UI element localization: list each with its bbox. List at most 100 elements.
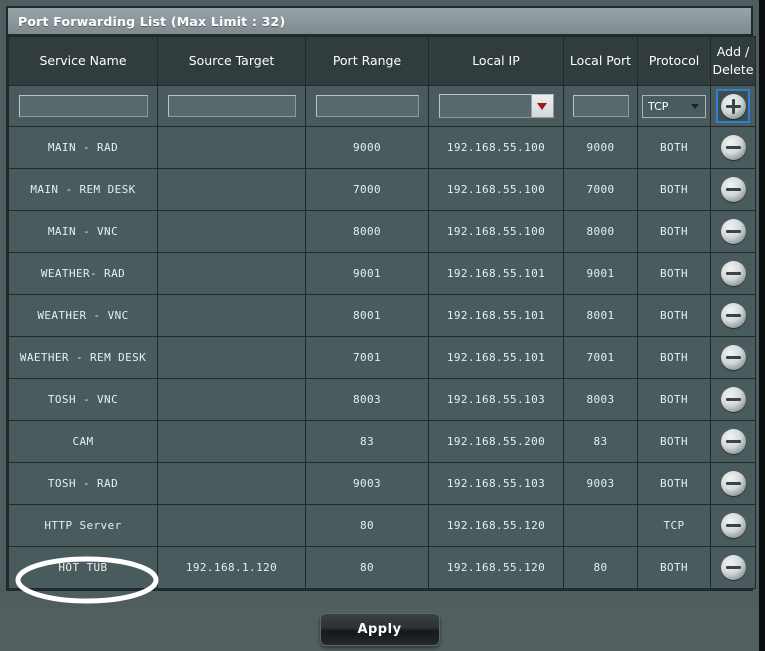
column-header-source-target: Source Target bbox=[157, 36, 306, 86]
add-entry-button[interactable] bbox=[716, 89, 750, 123]
delete-entry-button[interactable] bbox=[720, 429, 746, 454]
cell-protocol: BOTH bbox=[637, 546, 711, 589]
cell-new-source-target bbox=[157, 85, 306, 127]
table-header-row: Service Name Source Target Port Range Lo… bbox=[8, 36, 756, 86]
page-title: Port Forwarding List (Max Limit : 32) bbox=[18, 13, 286, 29]
source-target-input[interactable] bbox=[167, 95, 296, 117]
cell-local-port: 8001 bbox=[563, 294, 638, 337]
cell-local-ip: 192.168.55.101 bbox=[428, 252, 564, 295]
cell-service-name: HTTP Server bbox=[8, 504, 158, 547]
cell-protocol: BOTH bbox=[637, 126, 711, 169]
cell-source-target bbox=[157, 168, 306, 211]
protocol-select[interactable]: TCP bbox=[642, 94, 706, 118]
delete-entry-button[interactable] bbox=[720, 303, 746, 328]
cell-delete-button bbox=[710, 210, 756, 253]
cell-new-service-name bbox=[8, 85, 158, 127]
table-row: MAIN - RAD 9000 192.168.55.100 9000 BOTH bbox=[8, 126, 756, 169]
delete-entry-button[interactable] bbox=[720, 345, 746, 370]
cell-local-port: 9000 bbox=[563, 126, 638, 169]
cell-source-target bbox=[157, 336, 306, 379]
cell-protocol: BOTH bbox=[637, 168, 711, 211]
cell-source-target bbox=[157, 294, 306, 337]
local-ip-dropdown-button[interactable] bbox=[530, 95, 553, 117]
table-row: MAIN - VNC 8000 192.168.55.100 8000 BOTH bbox=[8, 210, 756, 253]
cell-local-port: 80 bbox=[563, 546, 638, 589]
cell-source-target bbox=[157, 504, 306, 547]
local-ip-combobox[interactable] bbox=[438, 94, 554, 118]
cell-protocol: BOTH bbox=[637, 378, 711, 421]
cell-service-name: CAM bbox=[8, 420, 158, 463]
table-body: TCP MAIN - RAD 9000 192.168.55.100 9000 BOTH… bbox=[8, 85, 756, 589]
panel-title-bar: Port Forwarding List (Max Limit : 32) bbox=[8, 8, 751, 36]
cell-protocol: BOTH bbox=[637, 462, 711, 505]
delete-entry-button[interactable] bbox=[720, 177, 746, 202]
cell-local-ip: 192.168.55.120 bbox=[428, 504, 564, 547]
table-row: WEATHER- RAD 9001 192.168.55.101 9001 BOTH bbox=[8, 252, 756, 295]
delete-entry-button[interactable] bbox=[720, 513, 746, 538]
apply-button[interactable]: Apply bbox=[319, 613, 440, 646]
cell-port-range: 80 bbox=[305, 546, 429, 589]
cell-source-target bbox=[157, 252, 306, 295]
cell-service-name: MAIN - VNC bbox=[8, 210, 158, 253]
service-name-input[interactable] bbox=[18, 95, 148, 117]
column-header-add-delete: Add / Delete bbox=[710, 36, 756, 86]
plus-circle-icon bbox=[720, 93, 746, 119]
cell-service-name: HOT TUB bbox=[8, 546, 158, 589]
cell-new-local-ip bbox=[428, 85, 564, 127]
table-row: TOSH - VNC 8003 192.168.55.103 8003 BOTH bbox=[8, 378, 756, 421]
cell-local-ip: 192.168.55.101 bbox=[428, 294, 564, 337]
cell-service-name: WEATHER - VNC bbox=[8, 294, 158, 337]
delete-entry-button[interactable] bbox=[720, 471, 746, 496]
local-ip-input[interactable] bbox=[439, 95, 531, 117]
cell-local-ip: 192.168.55.120 bbox=[428, 546, 564, 589]
port-forwarding-page: Port Forwarding List (Max Limit : 32) Se… bbox=[0, 0, 765, 651]
cell-delete-button bbox=[710, 168, 756, 211]
column-header-protocol: Protocol bbox=[637, 36, 711, 86]
cell-local-port: 9003 bbox=[563, 462, 638, 505]
chevron-down-icon bbox=[537, 102, 547, 110]
cell-delete-button bbox=[710, 336, 756, 379]
cell-source-target bbox=[157, 126, 306, 169]
cell-protocol: BOTH bbox=[637, 210, 711, 253]
protocol-select-value: TCP bbox=[648, 99, 669, 113]
local-port-input[interactable] bbox=[572, 95, 629, 117]
cell-delete-button bbox=[710, 546, 756, 589]
cell-local-port: 7001 bbox=[563, 336, 638, 379]
delete-entry-button[interactable] bbox=[720, 135, 746, 160]
cell-port-range: 7001 bbox=[305, 336, 429, 379]
cell-service-name: WEATHER- RAD bbox=[8, 252, 158, 295]
cell-new-local-port bbox=[563, 85, 638, 127]
new-entry-row: TCP bbox=[8, 85, 756, 127]
cell-service-name: TOSH - VNC bbox=[8, 378, 158, 421]
column-header-service-name: Service Name bbox=[8, 36, 158, 86]
cell-delete-button bbox=[710, 462, 756, 505]
cell-local-ip: 192.168.55.100 bbox=[428, 168, 564, 211]
cell-port-range: 80 bbox=[305, 504, 429, 547]
cell-source-target: 192.168.1.120 bbox=[157, 546, 306, 589]
delete-entry-button[interactable] bbox=[720, 555, 746, 580]
cell-local-ip: 192.168.55.100 bbox=[428, 126, 564, 169]
cell-delete-button bbox=[710, 126, 756, 169]
cell-delete-button bbox=[710, 504, 756, 547]
cell-local-port: 7000 bbox=[563, 168, 638, 211]
table-row: WAETHER - REM DESK 7001 192.168.55.101 7001… bbox=[8, 336, 756, 379]
port-range-input[interactable] bbox=[315, 95, 419, 117]
cell-port-range: 8001 bbox=[305, 294, 429, 337]
chevron-down-icon bbox=[691, 104, 699, 109]
delete-entry-button[interactable] bbox=[720, 387, 746, 412]
column-header-local-port: Local Port bbox=[563, 36, 638, 86]
cell-local-ip: 192.168.55.103 bbox=[428, 462, 564, 505]
delete-entry-button[interactable] bbox=[720, 219, 746, 244]
cell-source-target bbox=[157, 210, 306, 253]
cell-service-name: MAIN - RAD bbox=[8, 126, 158, 169]
cell-source-target bbox=[157, 462, 306, 505]
cell-source-target bbox=[157, 420, 306, 463]
delete-entry-button[interactable] bbox=[720, 261, 746, 286]
cell-delete-button bbox=[710, 378, 756, 421]
table-row: WEATHER - VNC 8001 192.168.55.101 8001 BOTH bbox=[8, 294, 756, 337]
cell-protocol: BOTH bbox=[637, 336, 711, 379]
cell-protocol: BOTH bbox=[637, 294, 711, 337]
column-header-port-range: Port Range bbox=[305, 36, 429, 86]
cell-local-ip: 192.168.55.100 bbox=[428, 210, 564, 253]
cell-port-range: 7000 bbox=[305, 168, 429, 211]
